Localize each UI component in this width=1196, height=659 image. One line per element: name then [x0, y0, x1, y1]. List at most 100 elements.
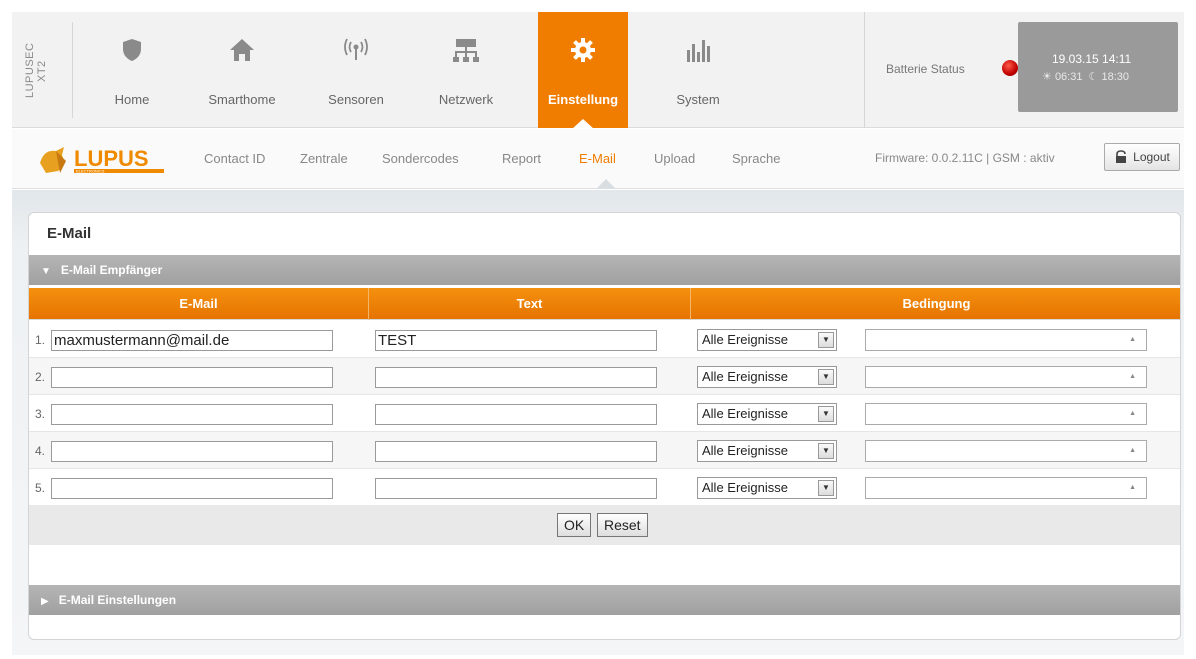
brand-line-1: LUPUSEC [24, 42, 36, 98]
subnav-item-contact-id[interactable]: Contact ID [204, 151, 265, 166]
subnav-item-e-mail[interactable]: E-Mail [579, 151, 616, 166]
nav-item-smarthome[interactable]: Smarthome [192, 12, 292, 128]
logout-label: Logout [1133, 150, 1170, 164]
nav-item-sensoren[interactable]: Sensoren [314, 12, 398, 128]
nav-divider [864, 12, 865, 128]
shield-icon [123, 39, 141, 61]
nav-item-home[interactable]: Home [90, 12, 174, 128]
chevron-up-icon: ▲ [1129, 447, 1136, 454]
section-title: E-Mail Einstellungen [58, 593, 177, 607]
ok-button[interactable]: OK [557, 513, 592, 537]
text-input[interactable] [375, 367, 657, 388]
current-datetime: 19.03.15 14:11 [1052, 52, 1132, 66]
chevron-up-icon: ▲ [1129, 373, 1136, 380]
table-row: 4. Alle Ereignisse ▼ ▲ [29, 432, 1180, 469]
active-subnav-caret [596, 179, 616, 189]
lupus-logo: LUPUS ELECTRONICS [40, 146, 164, 174]
condition-select[interactable]: Alle Ereignisse ▼ [697, 366, 837, 388]
top-navigation: LUPUSEC XT2 Home Smarthome Sensoren Netz… [12, 12, 1184, 128]
email-input[interactable] [51, 441, 333, 462]
email-panel: E-Mail ▼ E-Mail Empfänger E-Mail Text Bed… [28, 212, 1181, 640]
sun-times: ☀ 06:31 ☾ 18:30 [1042, 70, 1129, 83]
column-header-text: Text [369, 288, 691, 320]
signal-icon [344, 38, 368, 60]
nav-item-label: Netzwerk [438, 92, 494, 107]
condition-select-value: Alle Ereignisse [702, 443, 788, 458]
nav-divider [72, 22, 73, 118]
table-row: 2. Alle Ereignisse ▼ ▲ [29, 358, 1180, 395]
lock-icon [1116, 150, 1127, 163]
nav-item-label: Home [114, 92, 150, 107]
nav-item-label: Einstellung [547, 92, 619, 107]
house-icon [230, 39, 254, 61]
nav-item-netzwerk[interactable]: Netzwerk [420, 12, 512, 128]
section-email-recipients[interactable]: ▼ E-Mail Empfänger [29, 255, 1180, 285]
condition-detail-field[interactable]: ▲ [865, 477, 1147, 499]
nav-item-label: Sensoren [328, 92, 384, 107]
condition-select[interactable]: Alle Ereignisse ▼ [697, 440, 837, 462]
logo-subtext: ELECTRONICS [76, 169, 105, 174]
condition-select-value: Alle Ereignisse [702, 406, 788, 421]
condition-select[interactable]: Alle Ereignisse ▼ [697, 403, 837, 425]
chevron-down-icon: ▼ [818, 480, 834, 496]
email-input[interactable] [51, 478, 333, 499]
chevron-down-icon: ▼ [818, 369, 834, 385]
table-row: 5. Alle Ereignisse ▼ ▲ [29, 469, 1180, 506]
condition-detail-field[interactable]: ▲ [865, 329, 1147, 351]
condition-select[interactable]: Alle Ereignisse ▼ [697, 329, 837, 351]
condition-select[interactable]: Alle Ereignisse ▼ [697, 477, 837, 499]
subnav-item-upload[interactable]: Upload [654, 151, 695, 166]
section-title: E-Mail Empfänger [60, 263, 163, 277]
subnav-item-report[interactable]: Report [502, 151, 541, 166]
logo-text: LUPUS [74, 146, 149, 171]
sub-navigation: LUPUS ELECTRONICS Contact ID Zentrale So… [12, 129, 1184, 189]
nav-item-einstellung[interactable]: Einstellung [538, 12, 628, 128]
battery-status-label: Batterie Status [886, 62, 965, 76]
sun-icon: ☀ [1042, 71, 1052, 83]
text-input[interactable] [375, 478, 657, 499]
row-number: 4. [35, 444, 46, 458]
product-brand: LUPUSEC XT2 [20, 22, 60, 122]
text-input[interactable] [375, 404, 657, 425]
nav-item-system[interactable]: System [656, 12, 740, 128]
condition-select-value: Alle Ereignisse [702, 480, 788, 495]
moon-icon: ☾ [1088, 71, 1099, 83]
reset-button[interactable]: Reset [597, 513, 648, 537]
table-row: 3. Alle Ereignisse ▼ ▲ [29, 395, 1180, 432]
table-header: E-Mail Text Bedingung [29, 288, 1180, 320]
sunrise-time: 06:31 [1054, 71, 1083, 83]
email-input[interactable] [51, 367, 333, 388]
condition-detail-field[interactable]: ▲ [865, 366, 1147, 388]
email-input[interactable] [51, 330, 333, 351]
text-input[interactable] [375, 441, 657, 462]
subnav-item-sprache[interactable]: Sprache [732, 151, 780, 166]
sunset-time: 18:30 [1101, 71, 1129, 83]
subnav-item-zentrale[interactable]: Zentrale [300, 151, 348, 166]
nav-item-label: Smarthome [208, 92, 276, 107]
chevron-down-icon: ▼ [818, 332, 834, 348]
chevron-up-icon: ▲ [1129, 336, 1136, 343]
condition-select-value: Alle Ereignisse [702, 369, 788, 384]
email-input[interactable] [51, 404, 333, 425]
network-icon [453, 39, 479, 62]
row-number: 3. [35, 407, 46, 421]
condition-select-value: Alle Ereignisse [702, 332, 788, 347]
form-actions: OK Reset [29, 505, 1180, 545]
bars-icon [687, 40, 710, 62]
chevron-down-icon: ▼ [818, 406, 834, 422]
subnav-item-sondercodes[interactable]: Sondercodes [382, 151, 459, 166]
expand-triangle-icon: ▶ [41, 596, 49, 607]
battery-status-indicator [1002, 60, 1018, 76]
chevron-down-icon: ▼ [818, 443, 834, 459]
nav-item-label: System [676, 92, 720, 107]
row-number: 2. [35, 370, 46, 384]
section-email-settings[interactable]: ▶ E-Mail Einstellungen [29, 585, 1180, 615]
page-title: E-Mail [47, 225, 92, 242]
row-number: 1. [35, 333, 46, 347]
text-input[interactable] [375, 330, 657, 351]
column-header-bedingung: Bedingung [902, 296, 971, 311]
firmware-status: Firmware: 0.0.2.11C | GSM : aktiv [875, 151, 1055, 165]
logout-button[interactable]: Logout [1104, 143, 1180, 171]
condition-detail-field[interactable]: ▲ [865, 403, 1147, 425]
condition-detail-field[interactable]: ▲ [865, 440, 1147, 462]
